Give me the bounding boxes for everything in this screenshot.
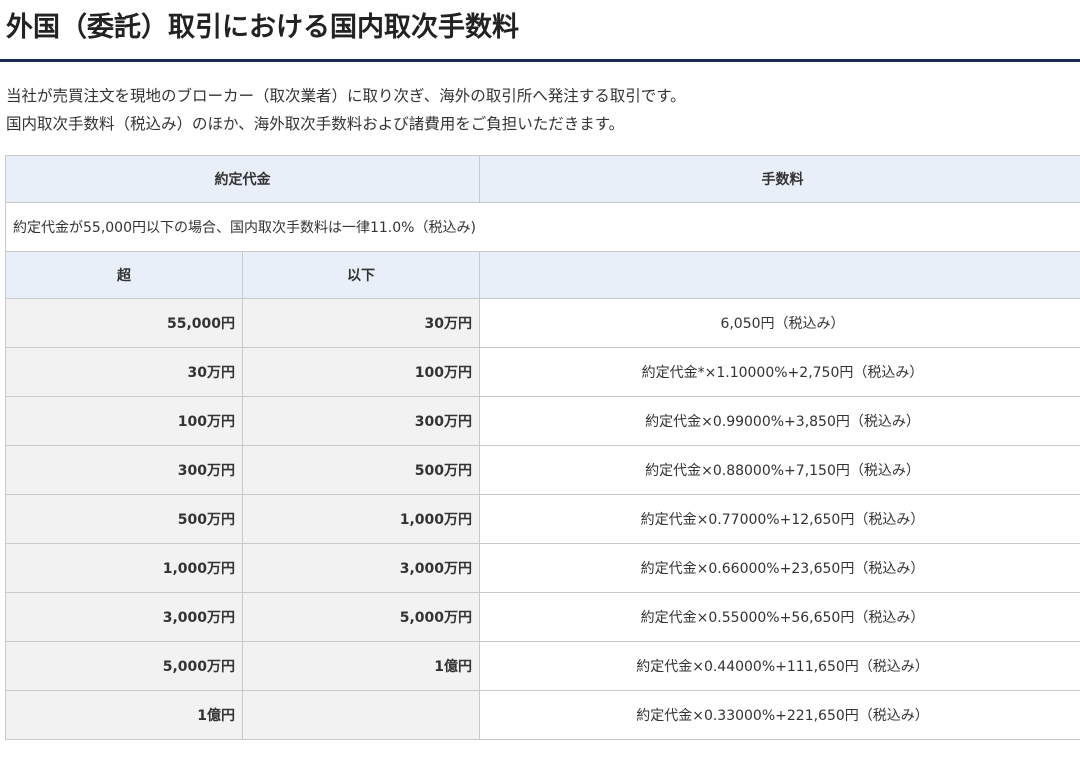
- intro-line-2: 国内取次手数料（税込み）のほか、海外取次手数料および諸費用をご負担いただきます。: [6, 115, 625, 133]
- cell-over: 300万円: [5, 445, 243, 495]
- cell-under: 1,000万円: [242, 494, 480, 544]
- cell-over: 5,000万円: [5, 641, 243, 691]
- cell-over: 500万円: [5, 494, 243, 544]
- subheader-over: 超: [5, 251, 243, 299]
- table-row: 300万円 500万円 約定代金×0.88000%+7,150円（税込み）: [5, 445, 1080, 495]
- cell-over: 100万円: [5, 396, 243, 446]
- cell-fee: 約定代金*×1.10000%+2,750円（税込み）: [479, 347, 1080, 397]
- cell-fee: 約定代金×0.88000%+7,150円（税込み）: [479, 445, 1080, 495]
- cell-fee: 約定代金×0.33000%+221,650円（税込み）: [479, 690, 1080, 740]
- header-fee: 手数料: [479, 155, 1080, 203]
- cell-over: 1,000万円: [5, 543, 243, 593]
- cell-fee: 6,050円（税込み）: [479, 298, 1080, 348]
- cell-under: 500万円: [242, 445, 480, 495]
- fee-table-body: 約定代金 手数料 約定代金が55,000円以下の場合、国内取次手数料は一律11.…: [5, 155, 1080, 740]
- table-row: 5,000万円 1億円 約定代金×0.44000%+111,650円（税込み）: [5, 641, 1080, 691]
- cell-fee: 約定代金×0.44000%+111,650円（税込み）: [479, 641, 1080, 691]
- cell-under: 100万円: [242, 347, 480, 397]
- table-row: 3,000万円 5,000万円 約定代金×0.55000%+56,650円（税込み）: [5, 592, 1080, 642]
- table-subheader-row: 超 以下: [5, 251, 1080, 299]
- title-underline: [0, 59, 1080, 62]
- table-row: 55,000円 30万円 6,050円（税込み）: [5, 298, 1080, 348]
- intro-line-1: 当社が売買注文を現地のブローカー（取次業者）に取り次ぎ、海外の取引所へ発注する取…: [6, 87, 686, 105]
- cell-under: 3,000万円: [242, 543, 480, 593]
- table-note-row: 約定代金が55,000円以下の場合、国内取次手数料は一律11.0%（税込み): [5, 202, 1080, 252]
- table-note: 約定代金が55,000円以下の場合、国内取次手数料は一律11.0%（税込み): [5, 202, 1080, 252]
- fee-table: 約定代金 手数料 約定代金が55,000円以下の場合、国内取次手数料は一律11.…: [5, 155, 1080, 740]
- page-title: 外国（委託）取引における国内取次手数料: [6, 12, 519, 43]
- header-amount: 約定代金: [5, 155, 480, 203]
- cell-fee: 約定代金×0.99000%+3,850円（税込み）: [479, 396, 1080, 446]
- cell-fee: 約定代金×0.66000%+23,650円（税込み）: [479, 543, 1080, 593]
- intro-text: 当社が売買注文を現地のブローカー（取次業者）に取り次ぎ、海外の取引所へ発注する取…: [6, 82, 686, 138]
- table-row: 500万円 1,000万円 約定代金×0.77000%+12,650円（税込み）: [5, 494, 1080, 544]
- table-row: 1,000万円 3,000万円 約定代金×0.66000%+23,650円（税込み）: [5, 543, 1080, 593]
- subheader-blank: [479, 251, 1080, 299]
- cell-fee: 約定代金×0.55000%+56,650円（税込み）: [479, 592, 1080, 642]
- cell-under: [242, 690, 480, 740]
- table-header-row: 約定代金 手数料: [5, 155, 1080, 203]
- subheader-under: 以下: [242, 251, 480, 299]
- cell-over: 3,000万円: [5, 592, 243, 642]
- cell-over: 55,000円: [5, 298, 243, 348]
- cell-under: 5,000万円: [242, 592, 480, 642]
- cell-over: 1億円: [5, 690, 243, 740]
- table-row: 30万円 100万円 約定代金*×1.10000%+2,750円（税込み）: [5, 347, 1080, 397]
- cell-over: 30万円: [5, 347, 243, 397]
- table-row: 100万円 300万円 約定代金×0.99000%+3,850円（税込み）: [5, 396, 1080, 446]
- cell-under: 30万円: [242, 298, 480, 348]
- cell-under: 1億円: [242, 641, 480, 691]
- table-row: 1億円 約定代金×0.33000%+221,650円（税込み）: [5, 690, 1080, 740]
- cell-fee: 約定代金×0.77000%+12,650円（税込み）: [479, 494, 1080, 544]
- cell-under: 300万円: [242, 396, 480, 446]
